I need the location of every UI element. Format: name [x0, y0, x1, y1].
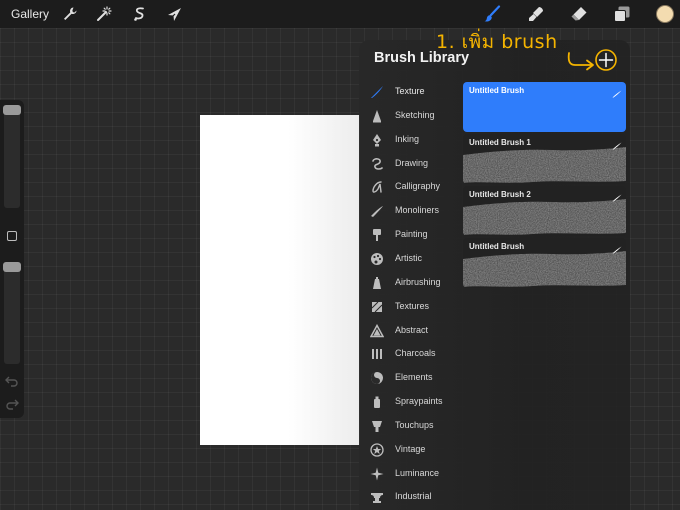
brush-category-label: Charcoals: [395, 348, 436, 359]
brush-category-label: Artistic: [395, 252, 422, 263]
brush-category-label: Touchups: [395, 419, 434, 430]
brush-name: Untitled Brush: [469, 86, 525, 95]
left-sidebar: [0, 100, 24, 418]
brush-category-label: Industrial: [395, 491, 432, 502]
modify-button[interactable]: [7, 231, 17, 241]
add-brush-button[interactable]: [594, 48, 618, 72]
color-picker-button[interactable]: [656, 5, 674, 23]
brush-category-label: Painting: [395, 229, 428, 240]
brush-category-airbrushing[interactable]: Airbrushing: [359, 273, 463, 295]
brush-stroke-icon: [612, 85, 622, 98]
brush-stroke-preview: [463, 195, 626, 236]
brush-category-label: Sketching: [395, 109, 435, 120]
brush-category-artistic[interactable]: Artistic: [359, 249, 463, 271]
brush-category-abstract[interactable]: Abstract: [359, 321, 463, 343]
brush-library-panel: Brush Library Texture Sketching Inking Draw…: [359, 40, 630, 510]
brush-category-vintage[interactable]: Vintage: [359, 440, 463, 462]
brush-category-label: Elements: [395, 372, 433, 383]
brush-category-label: Textures: [395, 300, 430, 311]
brush-category-label: Drawing: [395, 157, 429, 168]
brush-category-industrial[interactable]: Industrial: [359, 487, 463, 509]
brush-category-calligraphy[interactable]: Calligraphy: [359, 177, 463, 199]
undo-icon[interactable]: [5, 375, 19, 387]
brush-stroke-preview: [463, 143, 626, 184]
brush-category-label: Calligraphy: [395, 181, 441, 192]
brush-category-label: Inking: [395, 133, 420, 144]
brush-category-sketching[interactable]: Sketching: [359, 106, 463, 128]
texture-stroke-icon: [370, 85, 384, 99]
brush-name: Untitled Brush: [469, 242, 525, 251]
brush-icon[interactable]: [483, 5, 501, 23]
brush-category-drawing[interactable]: Drawing: [359, 154, 463, 176]
transform-arrow-icon[interactable]: [166, 5, 184, 23]
calligraphy-icon: [370, 180, 384, 194]
pencil-tip-icon: [370, 109, 384, 123]
brush-category-inking[interactable]: Inking: [359, 130, 463, 152]
brush-card[interactable]: Untitled Brush: [463, 238, 626, 288]
brush-card[interactable]: Untitled Brush 1: [463, 134, 626, 184]
triangle-icon: [370, 323, 384, 338]
brush-stroke-icon: [612, 241, 622, 254]
brush-category-label: Airbrushing: [395, 276, 441, 287]
opacity-slider-thumb[interactable]: [3, 262, 21, 272]
drawing-canvas[interactable]: [200, 115, 360, 445]
spray-can-icon: [370, 395, 384, 409]
brush-category-elements[interactable]: Elements: [359, 368, 463, 390]
star-badge-icon: [370, 443, 384, 457]
brush-category-spraypaints[interactable]: Spraypaints: [359, 392, 463, 414]
brush-category-label: Vintage: [395, 443, 426, 454]
brush-stroke-icon: [612, 137, 622, 150]
pen-nib-icon: [370, 133, 384, 147]
monoline-stroke-icon: [370, 204, 384, 218]
palette-icon: [370, 252, 384, 266]
brush-category-label: Abstract: [395, 324, 429, 335]
brush-category-textures[interactable]: Textures: [359, 297, 463, 319]
brush-category-texture[interactable]: Texture: [359, 82, 463, 104]
brush-category-label: Monoliners: [395, 205, 440, 216]
texture-square-icon: [370, 300, 384, 314]
top-toolbar: Gallery: [0, 0, 680, 28]
magic-wand-icon[interactable]: [95, 5, 113, 23]
paintbrush-icon: [370, 228, 384, 242]
brush-card[interactable]: Untitled Brush: [463, 82, 626, 132]
brush-category-monoliners[interactable]: Monoliners: [359, 201, 463, 223]
brush-category-touchups[interactable]: Touchups: [359, 416, 463, 438]
annotation-text: 1. เพิ่ม brush: [436, 31, 558, 53]
anvil-icon: [370, 490, 384, 504]
brush-name: Untitled Brush 1: [469, 138, 531, 147]
brush-size-slider-thumb[interactable]: [3, 105, 21, 115]
eraser-icon[interactable]: [570, 5, 588, 23]
selection-icon[interactable]: [131, 5, 149, 23]
brush-stroke-preview: [463, 91, 626, 132]
brush-card[interactable]: Untitled Brush 2: [463, 186, 626, 236]
opacity-slider[interactable]: [4, 264, 20, 364]
gallery-button[interactable]: Gallery: [11, 7, 49, 21]
annotation-arrow-icon: [566, 52, 596, 72]
smudge-icon[interactable]: [527, 5, 545, 23]
brush-size-slider[interactable]: [4, 108, 20, 208]
yin-yang-icon: [370, 371, 384, 385]
swirl-icon: [370, 157, 384, 171]
airbrush-icon: [370, 276, 384, 290]
redo-icon[interactable]: [5, 398, 19, 410]
brush-category-charcoals[interactable]: Charcoals: [359, 344, 463, 366]
touchup-icon: [370, 419, 384, 433]
brush-category-painting[interactable]: Painting: [359, 225, 463, 247]
brush-stroke-icon: [612, 189, 622, 202]
sparkle-icon: [370, 467, 384, 481]
brush-stroke-preview: [463, 247, 626, 288]
layers-icon[interactable]: [613, 5, 631, 23]
brush-category-label: Luminance: [395, 467, 440, 478]
wrench-icon[interactable]: [61, 5, 79, 23]
charcoal-icon: [370, 347, 384, 361]
brush-category-label: Texture: [395, 86, 425, 96]
brush-category-label: Spraypaints: [395, 396, 443, 407]
brush-category-luminance[interactable]: Luminance: [359, 464, 463, 486]
brush-name: Untitled Brush 2: [469, 190, 531, 199]
